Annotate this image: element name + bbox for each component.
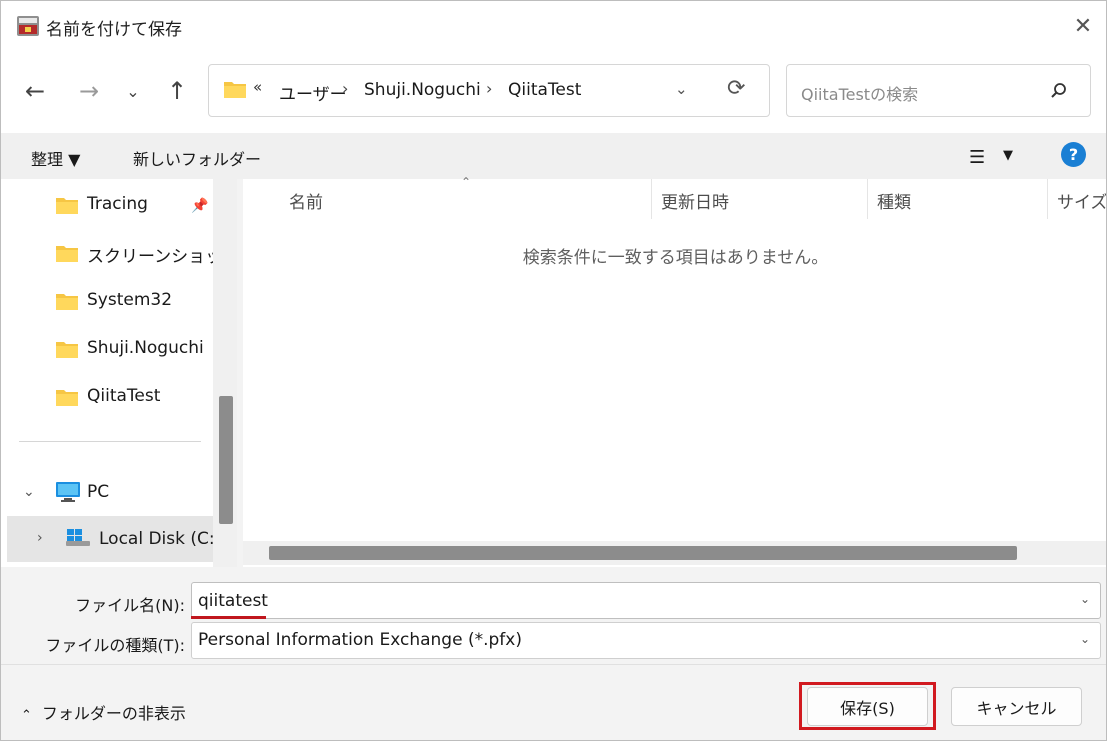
column-separator[interactable] [651,179,652,219]
pc-icon [56,482,80,502]
empty-message: 検索条件に一致する項目はありません。 [522,248,829,268]
filetype-select[interactable]: Personal Information Exchange (*.pfx) ⌄ [191,622,1101,659]
close-icon: ✕ [1073,13,1093,39]
view-list-icon[interactable]: ☰ [969,147,985,168]
address-overflow[interactable]: « [253,78,262,96]
nav-item-label: QiitaTest [87,386,161,406]
search-box[interactable]: QiitaTestの検索 [786,64,1091,117]
expand-chevron-icon[interactable]: › [37,530,43,546]
chevron-down-icon[interactable]: ⌄ [1080,632,1090,646]
up-button[interactable]: ↑ [159,71,195,111]
navigation-bar: ← → ⌄ ↑ « ユーザー › Shuji.Noguchi › QiitaTe… [1,51,1106,133]
nav-item-screenshots[interactable]: スクリーンショット [1,232,239,272]
nav-item-label: Local Disk (C:) [99,529,222,549]
app-icon [17,16,39,36]
breadcrumb-separator[interactable]: › [486,79,492,98]
column-separator[interactable] [867,179,868,219]
filetype-label: ファイルの種類(T): [45,636,185,655]
nav-item-tracing[interactable]: Tracing 📌 [1,184,213,224]
folder-icon [56,294,78,310]
nav-item-local-disk[interactable]: › Local Disk (C:) [7,516,221,562]
annotation-highlight-box [799,682,936,730]
folder-icon [56,342,78,358]
chevron-up-icon: ⌃ [21,708,32,723]
nav-item-label: Shuji.Noguchi [87,338,204,358]
organize-menu[interactable]: 整理 ▼ [31,146,80,170]
folder-icon [224,82,246,98]
recent-locations-button[interactable]: ⌄ [115,71,151,111]
filelist-scroll-thumb[interactable] [269,546,1017,560]
column-header-size[interactable]: サイズ [1057,188,1106,213]
new-folder-button[interactable]: 新しいフォルダー [133,146,261,170]
forward-button[interactable]: → [71,71,107,111]
expand-chevron-icon[interactable]: ⌄ [23,484,35,500]
search-placeholder[interactable]: QiitaTestの検索 [801,81,918,105]
cancel-button[interactable]: キャンセル [951,687,1082,726]
filename-input[interactable] [192,583,1072,618]
navpane-scroll-thumb[interactable] [219,396,233,524]
address-bar[interactable]: « ユーザー › Shuji.Noguchi › QiitaTest ⌄ ⟳ [208,64,770,117]
refresh-icon[interactable]: ⟳ [727,76,745,101]
breadcrumb-users[interactable]: ユーザー [279,80,347,105]
nav-item-label: PC [87,482,110,502]
column-header-type[interactable]: 種類 [877,188,911,213]
filename-label: ファイル名(N): [75,596,185,615]
nav-item-label: System32 [87,290,173,310]
annotation-underline [191,616,266,619]
column-header-modified[interactable]: 更新日時 [661,188,729,213]
folder-icon [56,198,78,214]
file-list: ⌃ 名前 更新日時 種類 サイズ 検索条件に一致する項目はありません。 [243,175,1106,567]
nav-divider [19,441,201,442]
folder-icon [56,246,78,262]
hide-folders-label: フォルダーの非表示 [41,704,186,723]
address-history-button[interactable]: ⌄ [675,80,688,98]
chevron-down-icon: ⌄ [126,81,140,101]
breadcrumb-separator[interactable]: › [342,79,348,98]
filetype-value[interactable]: Personal Information Exchange (*.pfx) [198,630,522,650]
nav-item-user[interactable]: Shuji.Noguchi [1,328,213,368]
title-bar: 名前を付けて保存 ✕ [1,1,1106,51]
save-as-dialog: 名前を付けて保存 ✕ ← → ⌄ ↑ « ユーザー › Shuji.Noguch… [0,0,1107,741]
view-options-dropdown[interactable]: ▼ [1003,148,1013,163]
footer-divider [1,664,1106,665]
breadcrumb-user[interactable]: Shuji.Noguchi [364,80,481,100]
filename-field[interactable]: ⌄ [191,582,1101,619]
sort-caret-icon: ⌃ [461,175,472,189]
arrow-left-icon: ← [24,77,46,105]
folder-icon [56,390,78,406]
column-separator[interactable] [1047,179,1048,219]
arrow-up-icon: ↑ [166,77,188,105]
drive-icon [66,529,90,546]
hide-folders-button[interactable]: ⌃ フォルダーの非表示 [21,700,186,724]
nav-item-pc[interactable]: ⌄ PC [1,472,213,512]
close-button[interactable]: ✕ [1058,1,1106,51]
nav-item-qiitatest[interactable]: QiitaTest [1,376,213,416]
arrow-right-icon: → [78,77,100,105]
back-button[interactable]: ← [17,71,53,111]
command-bar: 整理 ▼ 新しいフォルダー ☰ ▼ ? [1,133,1106,179]
navigation-pane: Tracing 📌 スクリーンショット System32 Shuji.Noguc… [1,179,239,567]
nav-item-label: Tracing [87,194,148,214]
column-header-name[interactable]: 名前 [289,188,323,213]
search-icon[interactable] [1050,82,1068,100]
pin-icon: 📌 [191,198,209,214]
nav-item-system32[interactable]: System32 [1,280,213,320]
breadcrumb-current[interactable]: QiitaTest [508,80,581,100]
help-icon[interactable]: ? [1061,142,1086,167]
chevron-down-icon[interactable]: ⌄ [1080,592,1090,606]
window-title: 名前を付けて保存 [46,20,182,40]
